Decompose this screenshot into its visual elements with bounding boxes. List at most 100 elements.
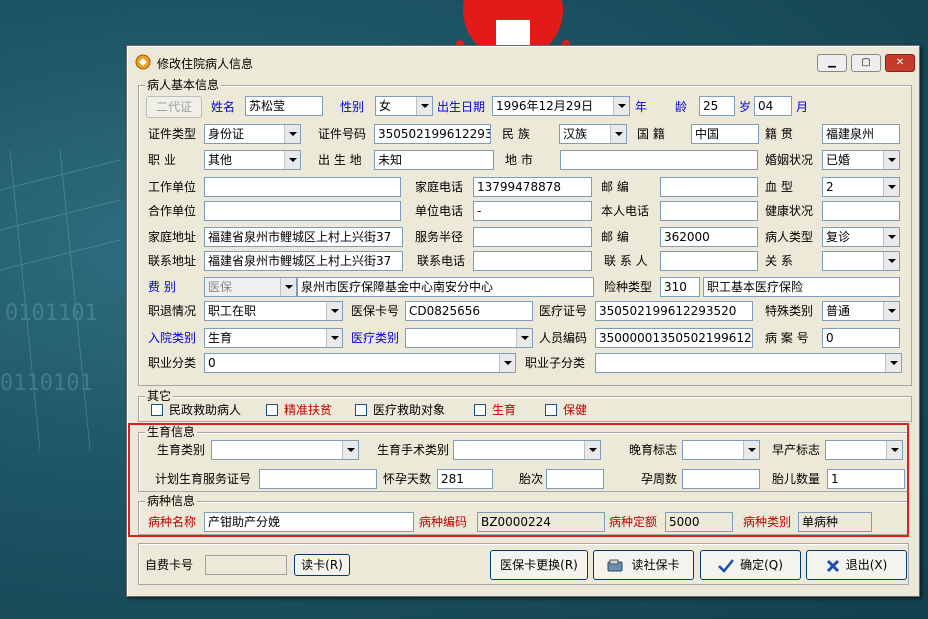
age-years-field[interactable]: 25	[699, 96, 735, 116]
special-category-select[interactable]: 普通	[822, 301, 900, 321]
service-radius-label: 服务半径	[415, 230, 464, 244]
gender-select[interactable]: 女	[375, 96, 433, 116]
occupation-subclass-select[interactable]	[595, 353, 902, 373]
postcode1-field[interactable]	[660, 177, 758, 197]
self-phone-field[interactable]	[660, 201, 758, 221]
chevron-down-icon[interactable]	[499, 354, 515, 372]
insurance-name-field[interactable]: 职工基本医疗保险	[703, 277, 900, 297]
contact-phone-label: 联系电话	[417, 254, 466, 268]
window-title: 修改住院病人信息	[157, 57, 254, 71]
ok-button[interactable]: 确定(Q)	[700, 550, 801, 580]
id-type-label: 证件类型	[148, 127, 197, 141]
service-radius-field[interactable]	[473, 227, 592, 247]
chevron-down-icon[interactable]	[326, 302, 342, 320]
civil-aid-label: 民政救助病人	[169, 403, 242, 417]
medical-id-field[interactable]: 350502199612293520	[595, 301, 753, 321]
medical-aid-label: 医疗救助对象	[373, 403, 446, 417]
read-id-card-button[interactable]: 二代证	[146, 96, 202, 118]
insurance-card-field[interactable]: CD0825656	[405, 301, 533, 321]
read-social-card-button[interactable]: 读社保卡	[593, 550, 694, 580]
blood-type-select[interactable]: 2	[822, 177, 900, 197]
basic-info-title: 病人基本信息	[145, 78, 222, 92]
fee-type-select[interactable]: 医保	[204, 277, 297, 297]
medical-aid-checkbox[interactable]	[355, 404, 367, 416]
other-group: 其它	[138, 389, 912, 422]
coop-unit-field[interactable]	[204, 201, 401, 221]
chevron-down-icon[interactable]	[885, 354, 901, 372]
fee-center-field[interactable]: 泉州市医疗保障基金中心南安分中心	[297, 277, 594, 297]
marital-select[interactable]: 已婚	[822, 150, 900, 170]
home-phone-field[interactable]: 13799478878	[473, 177, 592, 197]
svg-text:0110101: 0110101	[0, 371, 93, 396]
minimize-button[interactable]: ▁	[817, 54, 847, 72]
age-months-field[interactable]: 04	[754, 96, 792, 116]
chevron-down-icon[interactable]	[516, 329, 532, 347]
ethnic-select[interactable]: 汉族	[559, 124, 627, 144]
chevron-down-icon[interactable]	[883, 252, 899, 270]
hospital-logo-icon	[456, 0, 570, 46]
close-button[interactable]: ✕	[885, 54, 915, 72]
age-years-unit: 岁	[739, 100, 752, 114]
health-field[interactable]	[822, 201, 900, 221]
contact-address-field[interactable]: 福建省泉州市鲤城区上村上兴街37	[204, 251, 403, 271]
retire-status-select[interactable]: 职工在职	[204, 301, 343, 321]
chevron-down-icon[interactable]	[280, 278, 296, 296]
chevron-down-icon[interactable]	[326, 329, 342, 347]
patient-type-select[interactable]: 复诊	[822, 227, 900, 247]
patient-edit-dialog: 修改住院病人信息 ▁ ▢ ✕ 病人基本信息 二代证 姓名 苏松莹 性别 女 出生…	[126, 45, 920, 597]
contact-phone-field[interactable]	[473, 251, 592, 271]
id-no-field[interactable]: 350502199612293520	[374, 124, 491, 144]
occupation-class-select[interactable]: 0	[204, 353, 516, 373]
chevron-down-icon[interactable]	[883, 151, 899, 169]
chevron-down-icon[interactable]	[883, 228, 899, 246]
read-card-button[interactable]: 读卡(R)	[294, 554, 350, 576]
chevron-down-icon[interactable]	[284, 151, 300, 169]
chevron-down-icon[interactable]	[416, 97, 432, 115]
chevron-down-icon[interactable]	[284, 125, 300, 143]
postcode1-label: 邮 编	[601, 180, 629, 194]
native-place-field[interactable]: 福建泉州	[822, 124, 900, 144]
home-address-field[interactable]: 福建省泉州市鲤城区上村上兴街37	[204, 227, 403, 247]
card-reader-icon	[607, 559, 623, 571]
maximize-icon: ▢	[861, 57, 871, 68]
insurance-code-field[interactable]: 310	[660, 277, 700, 297]
maternity-checkbox[interactable]	[474, 404, 486, 416]
birthplace-field[interactable]: 未知	[374, 150, 494, 170]
selfpay-card-field[interactable]	[205, 555, 287, 575]
background-decoration: 0101101 0110101	[0, 150, 121, 450]
fee-type-label: 费 别	[148, 280, 176, 294]
exit-button[interactable]: 退出(X)	[806, 550, 907, 580]
name-field[interactable]: 苏松莹	[245, 96, 323, 116]
change-insurance-card-button[interactable]: 医保卡更换(R)	[490, 550, 588, 580]
work-unit-field[interactable]	[204, 177, 401, 197]
person-code-field[interactable]: 35000001350502199612293520	[595, 328, 753, 348]
city-field[interactable]	[560, 150, 758, 170]
healthcare-checkbox[interactable]	[545, 404, 557, 416]
work-unit-label: 工作单位	[148, 180, 197, 194]
relation-label: 关 系	[765, 254, 793, 268]
contact-address-label: 联系地址	[148, 254, 197, 268]
contact-person-field[interactable]	[660, 251, 758, 271]
ethnic-label: 民 族	[502, 127, 530, 141]
id-no-label: 证件号码	[318, 127, 367, 141]
chevron-down-icon[interactable]	[610, 125, 626, 143]
id-type-select[interactable]: 身份证	[204, 124, 301, 144]
admission-type-select[interactable]: 生育	[204, 328, 343, 348]
case-no-field[interactable]: 0	[822, 328, 900, 348]
admission-type-label: 入院类别	[148, 331, 197, 345]
unit-phone-field[interactable]: -	[473, 201, 592, 221]
title-bar: 修改住院病人信息 ▁ ▢ ✕	[129, 48, 917, 76]
maximize-button[interactable]: ▢	[851, 54, 881, 72]
occupation-subclass-label: 职业子分类	[525, 356, 586, 370]
poverty-aid-checkbox[interactable]	[266, 404, 278, 416]
chevron-down-icon[interactable]	[883, 302, 899, 320]
occupation-select[interactable]: 其他	[204, 150, 301, 170]
civil-aid-checkbox[interactable]	[151, 404, 163, 416]
chevron-down-icon[interactable]	[613, 97, 629, 115]
relation-select[interactable]	[822, 251, 900, 271]
nationality-field[interactable]: 中国	[691, 124, 759, 144]
chevron-down-icon[interactable]	[883, 178, 899, 196]
medical-category-select[interactable]	[405, 328, 533, 348]
postcode2-field[interactable]: 362000	[660, 227, 758, 247]
birth-date-picker[interactable]: 1996年12月29日	[492, 96, 630, 116]
